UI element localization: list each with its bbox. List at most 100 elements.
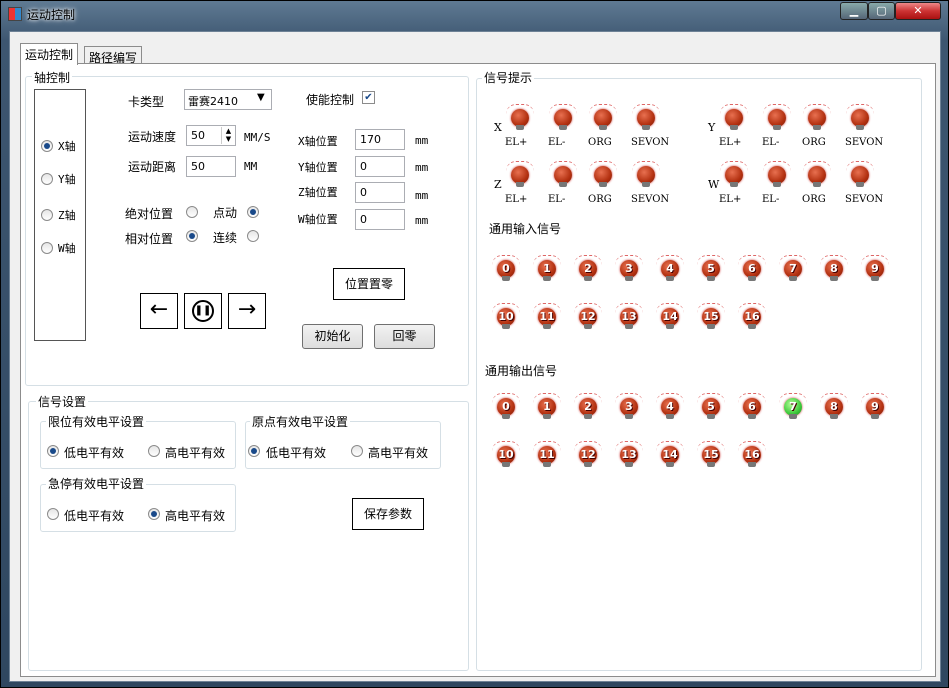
output-lamp-0: 0: [492, 393, 520, 421]
bulb-number: 1: [543, 262, 551, 275]
bulb-number: 4: [666, 400, 674, 413]
distance-unit: MM: [244, 160, 258, 173]
signal-lamp-z-2: [589, 161, 617, 189]
bulb-number: 3: [625, 262, 633, 275]
radio-estop-low[interactable]: [47, 508, 59, 520]
input-lamp-14: 14: [656, 303, 684, 331]
signal-label: SEVON: [631, 137, 670, 148]
radio-continuous[interactable]: [247, 230, 259, 242]
input-lamp-1: 1: [533, 255, 561, 283]
tab-motion-control[interactable]: 运动控制: [20, 43, 79, 65]
w-position-input[interactable]: [355, 209, 405, 230]
bulb-number: 6: [748, 400, 756, 413]
z-position-label: Z轴位置: [298, 186, 338, 199]
label-z-axis: Z轴: [58, 209, 76, 222]
bulb-number: 9: [871, 262, 879, 275]
bulb-number: 7: [789, 400, 797, 413]
x-position-label: X轴位置: [298, 135, 338, 148]
bulb-number: 16: [744, 448, 760, 461]
signal-label: ORG: [802, 137, 826, 148]
enable-checkbox[interactable]: ✔: [362, 91, 375, 104]
signal-label: SEVON: [845, 194, 884, 205]
radio-x-axis[interactable]: [41, 140, 53, 152]
chevron-down-icon: ▼: [257, 92, 265, 103]
pause-icon: ❚❚: [192, 300, 214, 322]
arrow-left-icon: ←: [149, 297, 169, 322]
y-position-unit: mm: [415, 161, 429, 174]
maximize-button[interactable]: ▢: [868, 2, 895, 20]
radio-relative-position[interactable]: [186, 230, 198, 242]
output-lamp-8: 8: [820, 393, 848, 421]
signal-lamp-x-2: [589, 104, 617, 132]
save-params-button[interactable]: 保存参数: [352, 498, 424, 530]
input-lamp-10: 10: [492, 303, 520, 331]
bulb-number: 16: [744, 310, 760, 323]
card-type-select[interactable]: 雷赛2410 ▼: [184, 89, 272, 110]
x-position-input[interactable]: [355, 129, 405, 150]
initialize-button[interactable]: 初始化: [302, 324, 363, 349]
z-position-unit: mm: [415, 189, 429, 202]
bulb-number: 8: [830, 400, 838, 413]
radio-absolute-position[interactable]: [186, 206, 198, 218]
radio-estop-high[interactable]: [148, 508, 160, 520]
bulb-number: 11: [539, 448, 555, 461]
output-lamp-4: 4: [656, 393, 684, 421]
distance-input[interactable]: [186, 156, 236, 177]
radio-y-axis[interactable]: [41, 173, 53, 185]
z-position-input[interactable]: [355, 182, 405, 203]
radio-limit-high[interactable]: [148, 445, 160, 457]
axis-control-title: 轴控制: [32, 69, 73, 86]
limit-high-label: 高电平有效: [165, 446, 226, 460]
app-icon: [8, 7, 22, 21]
bulb-number: 12: [580, 310, 596, 323]
signal-lamp-x-3: [632, 104, 660, 132]
y-position-label: Y轴位置: [298, 161, 338, 174]
title-bar[interactable]: 运动控制 ▁ ▢ ✕: [1, 1, 948, 27]
main-window: 运动控制 ▁ ▢ ✕ 运动控制 路径编写 轴控制 X轴 Y轴 Z轴 W轴 卡类型…: [0, 0, 949, 688]
radio-w-axis[interactable]: [41, 242, 53, 254]
move-right-button[interactable]: →: [228, 293, 266, 329]
input-lamp-6: 6: [738, 255, 766, 283]
bulb-number: 7: [789, 262, 797, 275]
bulb-number: 10: [498, 448, 514, 461]
signal-lamp-y-3: [846, 104, 874, 132]
y-position-input[interactable]: [355, 156, 405, 177]
bulb-number: 6: [748, 262, 756, 275]
radio-limit-low[interactable]: [47, 445, 59, 457]
input-signals-title: 通用输入信号: [489, 222, 562, 236]
signal-label: EL+: [719, 194, 742, 205]
output-lamp-16: 16: [738, 441, 766, 469]
input-lamp-15: 15: [697, 303, 725, 331]
bulb-number: 3: [625, 400, 633, 413]
continuous-label: 连续: [213, 231, 238, 245]
bulb-number: 10: [498, 310, 514, 323]
signal-lamp-z-0: [506, 161, 534, 189]
bulb-number: 4: [666, 262, 674, 275]
radio-jog[interactable]: [247, 206, 259, 218]
limit-level-title: 限位有效电平设置: [46, 413, 147, 430]
distance-label: 运动距离: [128, 160, 177, 174]
speed-spinner[interactable]: ▲ ▼: [221, 127, 235, 144]
minimize-button[interactable]: ▁: [840, 2, 868, 20]
home-button[interactable]: 回零: [374, 324, 435, 349]
input-lamp-2: 2: [574, 255, 602, 283]
input-lamp-8: 8: [820, 255, 848, 283]
output-lamp-6: 6: [738, 393, 766, 421]
radio-origin-low[interactable]: [248, 445, 260, 457]
zero-position-button[interactable]: 位置置零: [333, 268, 405, 300]
signal-label: EL-: [762, 194, 780, 205]
signal-label: EL+: [719, 137, 742, 148]
bulb-number: 13: [621, 310, 637, 323]
window-title: 运动控制: [27, 8, 76, 22]
axis-y-letter: Y: [708, 121, 716, 134]
radio-z-axis[interactable]: [41, 209, 53, 221]
close-button[interactable]: ✕: [895, 2, 941, 20]
pause-button[interactable]: ❚❚: [184, 293, 222, 329]
move-left-button[interactable]: ←: [140, 293, 178, 329]
signal-label: ORG: [802, 194, 826, 205]
absolute-position-label: 绝对位置: [125, 207, 174, 221]
output-lamp-11: 11: [533, 441, 561, 469]
enable-control-label: 使能控制: [306, 93, 355, 107]
output-lamp-14: 14: [656, 441, 684, 469]
radio-origin-high[interactable]: [351, 445, 363, 457]
